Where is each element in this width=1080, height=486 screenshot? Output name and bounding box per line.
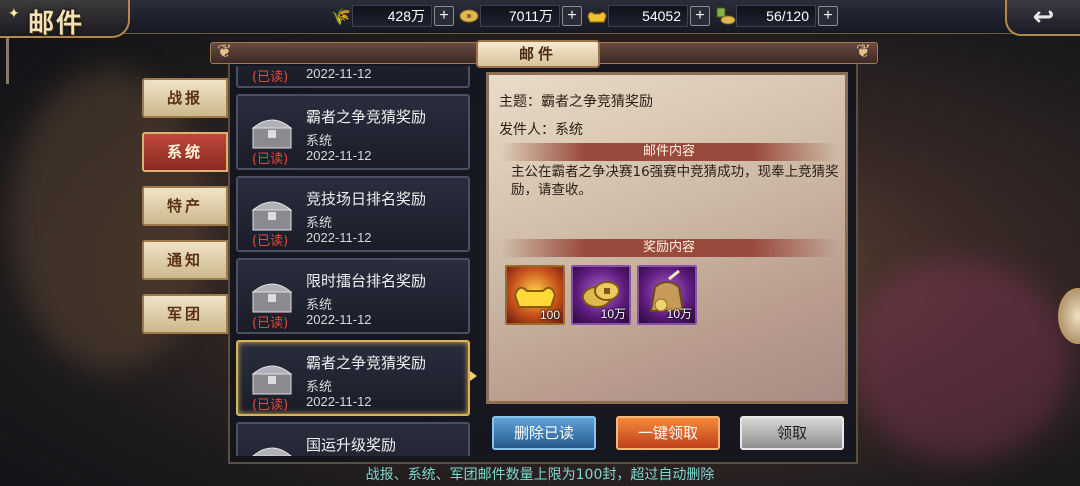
mail-detail-sender: 发件人：系统 bbox=[499, 122, 583, 138]
gold-ingot-icon bbox=[586, 5, 608, 27]
ornament-icon: ❦ bbox=[217, 41, 233, 62]
page-title: 邮件 bbox=[28, 9, 85, 39]
chest-icon bbox=[251, 119, 293, 149]
mail-date: 2022-11-12 bbox=[306, 312, 372, 327]
claim-button[interactable]: 领取 bbox=[740, 416, 844, 450]
background-glow bbox=[850, 260, 1070, 460]
resource-value: 7011万 bbox=[480, 5, 560, 27]
reward-item[interactable]: 10万 bbox=[571, 265, 631, 325]
list-item[interactable]: (已读) 2022-11-12 bbox=[236, 66, 470, 88]
window-title: 邮件 bbox=[476, 40, 600, 68]
reward-section-header: 奖励内容 bbox=[501, 239, 837, 257]
read-status: (已读) bbox=[252, 234, 289, 249]
list-item-selected[interactable]: 霸者之争竞猜奖励 系统 (已读) 2022-11-12 bbox=[236, 340, 470, 416]
reward-quantity: 10万 bbox=[666, 307, 692, 321]
list-item[interactable]: 霸者之争竞猜奖励 系统 (已读) 2022-11-12 bbox=[236, 94, 470, 170]
reward-quantity: 100 bbox=[539, 308, 560, 322]
reward-item[interactable]: 10万 bbox=[637, 265, 697, 325]
mail-list[interactable]: (已读) 2022-11-12 霸者之争竞猜奖励 系统 (已读) 2022-11… bbox=[236, 66, 470, 456]
mail-detail-subject: 主题：霸者之争竞猜奖励 bbox=[499, 94, 653, 110]
mail-date: 2022-11-12 bbox=[306, 394, 372, 409]
delete-read-button[interactable]: 删除已读 bbox=[492, 416, 596, 450]
read-status: (已读) bbox=[252, 398, 289, 413]
tab-legion[interactable]: 军团 bbox=[142, 294, 228, 334]
tab-battle-report[interactable]: 战报 bbox=[142, 78, 228, 118]
add-coin-button[interactable]: + bbox=[562, 6, 582, 26]
sparkle-icon: ✦ bbox=[8, 6, 20, 22]
chest-icon bbox=[251, 365, 293, 395]
reward-item[interactable]: 100 bbox=[505, 265, 565, 325]
mail-sender: 系统 bbox=[306, 380, 333, 395]
resource-grain: 🌾 428万 + bbox=[330, 5, 454, 27]
add-stamina-button[interactable]: + bbox=[818, 6, 838, 26]
mail-content: 主公在霸者之争决赛16强赛中竞猜成功，现奉上竞猜奖励，请查收。 bbox=[511, 164, 839, 198]
resource-gold-ingot: 54052 + bbox=[586, 5, 710, 27]
mail-sender: 系统 bbox=[306, 298, 333, 313]
back-arrow-icon: ↩ bbox=[1032, 2, 1055, 32]
reward-quantity: 10万 bbox=[600, 307, 626, 321]
mail-subject: 霸者之争竞猜奖励 bbox=[306, 108, 427, 126]
mail-detail-panel: 主题：霸者之争竞猜奖励 发件人：系统 邮件内容 主公在霸者之争决赛16强赛中竞猜… bbox=[486, 72, 848, 404]
mail-subject: 竞技场日排名奖励 bbox=[306, 190, 427, 208]
list-item[interactable]: 竞技场日排名奖励 系统 (已读) 2022-11-12 bbox=[236, 176, 470, 252]
resource-coin: 7011万 + bbox=[458, 5, 582, 27]
mail-date: 2022-11-12 bbox=[306, 148, 372, 163]
resource-value: 428万 bbox=[352, 5, 432, 27]
content-section-header: 邮件内容 bbox=[501, 143, 837, 161]
mail-limit-notice: 战报、系统、军团邮件数量上限为100封，超过自动删除 bbox=[365, 467, 715, 483]
resource-value: 56/120 bbox=[736, 5, 816, 27]
read-status: (已读) bbox=[252, 152, 289, 167]
resource-value: 54052 bbox=[608, 5, 688, 27]
chest-icon bbox=[251, 283, 293, 313]
grain-icon: 🌾 bbox=[331, 6, 351, 26]
chest-icon bbox=[252, 447, 292, 456]
read-status: (已读) bbox=[252, 316, 289, 331]
resource-stamina: 56/120 + bbox=[714, 5, 838, 27]
section-title: 邮件内容 bbox=[642, 144, 695, 159]
mail-subject: 限时擂台排名奖励 bbox=[306, 272, 427, 290]
list-item[interactable]: 限时擂台排名奖励 系统 (已读) 2022-11-12 bbox=[236, 258, 470, 334]
claim-all-button[interactable]: 一键领取 bbox=[616, 416, 720, 450]
tab-notice[interactable]: 通知 bbox=[142, 240, 228, 280]
mail-sender: 系统 bbox=[306, 216, 333, 231]
list-item[interactable]: 国运升级奖励 bbox=[236, 422, 470, 456]
tab-specialty[interactable]: 特产 bbox=[142, 186, 228, 226]
mail-date: 2022-11-12 bbox=[306, 230, 372, 245]
chest-icon bbox=[251, 201, 293, 231]
add-gold-button[interactable]: + bbox=[690, 6, 710, 26]
back-button[interactable]: ↩ bbox=[1005, 0, 1080, 36]
section-title: 奖励内容 bbox=[642, 240, 695, 255]
stamina-icon bbox=[714, 5, 736, 27]
read-status: (已读) bbox=[252, 70, 289, 85]
mail-subject: 国运升级奖励 bbox=[306, 436, 397, 454]
tab-system[interactable]: 系统 bbox=[142, 132, 228, 172]
add-grain-button[interactable]: + bbox=[434, 6, 454, 26]
coin-icon bbox=[458, 5, 480, 27]
ornament-icon: ❦ bbox=[855, 41, 871, 62]
title-plate: ✦ 邮件 bbox=[0, 0, 130, 39]
mail-subject: 霸者之争竞猜奖励 bbox=[306, 354, 427, 372]
mail-date: 2022-11-12 bbox=[306, 66, 372, 81]
mail-sender: 系统 bbox=[306, 134, 333, 149]
selection-arrow-icon bbox=[470, 371, 477, 381]
